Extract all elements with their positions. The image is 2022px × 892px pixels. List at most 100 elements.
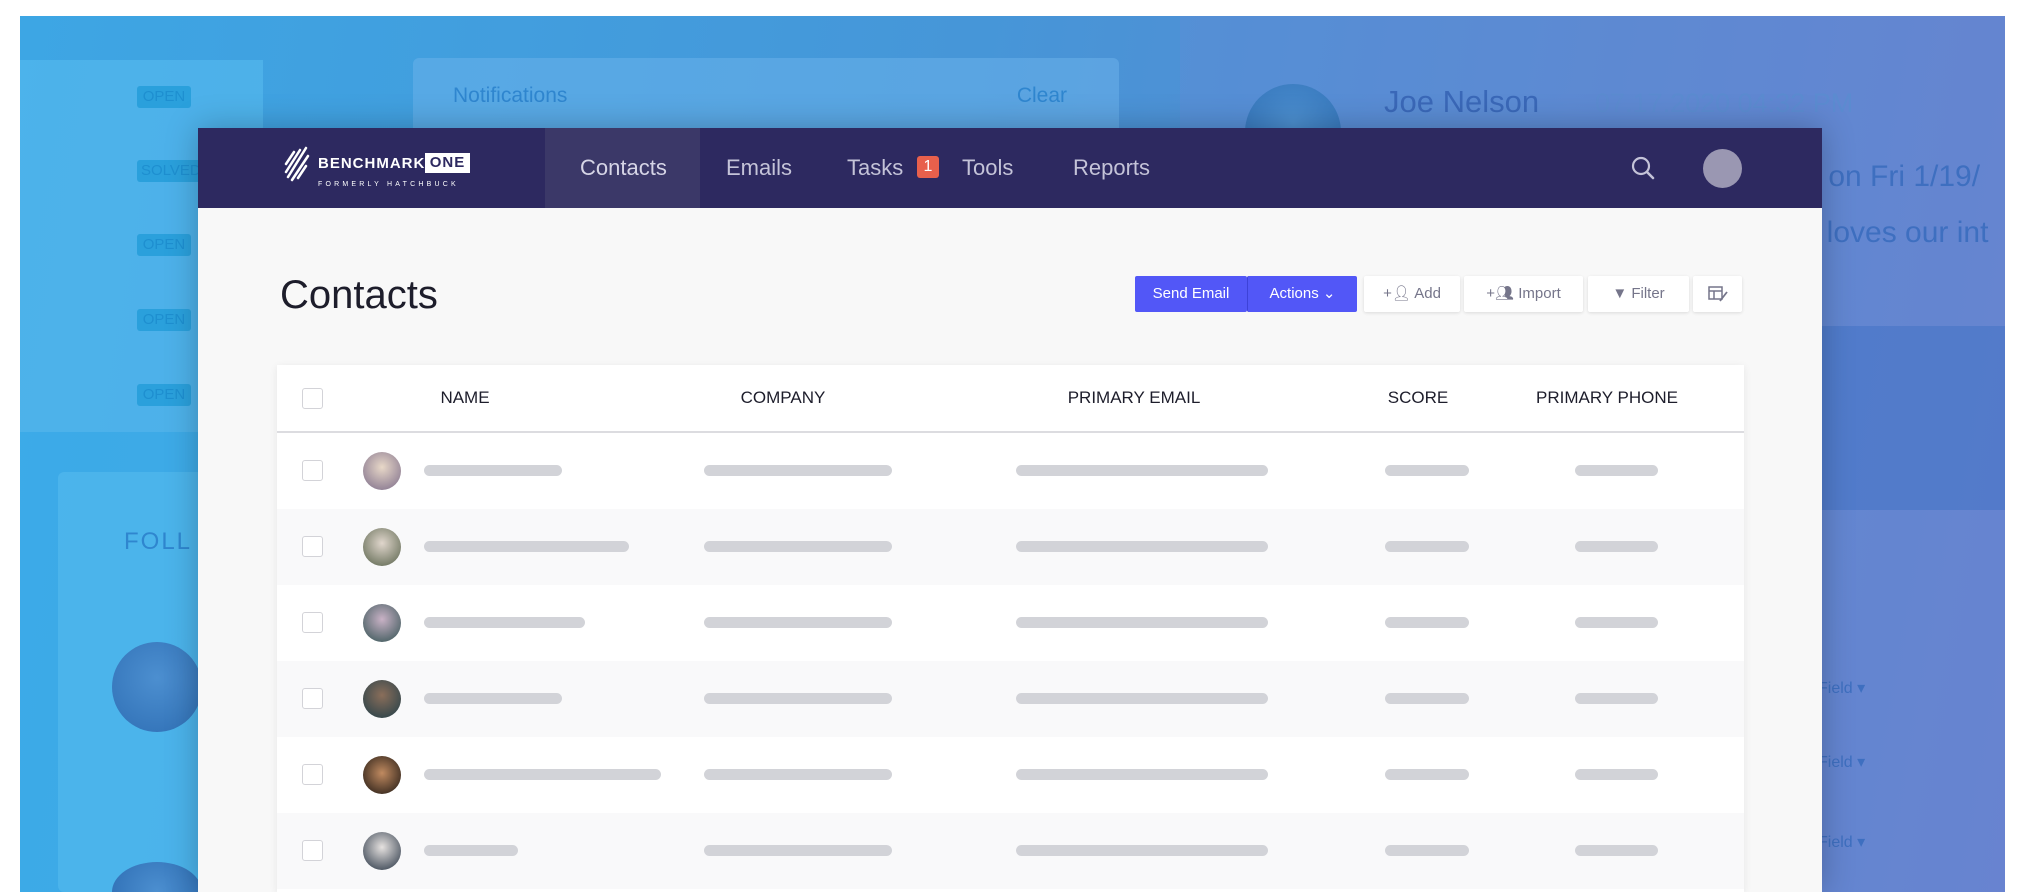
logo-brand: BENCHMARK [318,155,426,172]
filter-label: Filter [1631,285,1665,302]
column-header-email[interactable]: PRIMARY EMAIL [1068,365,1201,431]
select-all-checkbox[interactable] [302,388,323,409]
score-placeholder [1385,541,1469,552]
email-placeholder [1016,769,1268,780]
table-row[interactable] [277,509,1744,585]
column-header-score[interactable]: SCORE [1388,365,1448,431]
field-dropdown: Field ▾ [1818,754,1866,771]
name-placeholder [424,769,661,780]
table-row[interactable] [277,813,1744,889]
phone-placeholder [1575,465,1658,476]
company-placeholder [704,541,892,552]
message-text: t loves our int [1810,216,1989,249]
avatar [363,452,401,490]
avatar [363,604,401,642]
score-placeholder [1385,465,1469,476]
score-placeholder [1385,845,1469,856]
column-header-name[interactable]: NAME [440,365,489,431]
logo[interactable] [282,144,312,189]
score-placeholder [1385,617,1469,628]
logo-stripes-icon [284,146,310,182]
name-placeholder [424,465,562,476]
company-placeholder [704,465,892,476]
row-checkbox[interactable] [302,460,323,481]
field-label: Field [1818,754,1853,771]
row-checkbox[interactable] [302,612,323,633]
email-placeholder [1016,693,1268,704]
status-badge: OPEN [137,384,191,406]
score-placeholder [1385,769,1469,780]
column-header-phone[interactable]: PRIMARY PHONE [1536,365,1678,431]
add-label: Add [1414,285,1441,302]
nav-emails[interactable]: Emails [726,128,792,208]
user-avatar[interactable] [1703,149,1742,188]
message-timestamp: 07.17.2020 04:32 PM [1595,88,1854,118]
add-button[interactable]: +👤︎ Add [1364,276,1460,312]
email-placeholder [1016,845,1268,856]
top-nav: BENCHMARK ONE FORMERLY HATCHBUCK Contact… [198,128,1822,208]
email-placeholder [1016,617,1268,628]
nav-tools[interactable]: Tools [962,128,1013,208]
nav-reports[interactable]: Reports [1073,128,1150,208]
name-placeholder [424,541,629,552]
company-placeholder [704,693,892,704]
field-label: Field [1818,834,1853,851]
field-label: Field [1818,680,1853,697]
edit-columns-button[interactable] [1693,276,1742,312]
add-user-icon: +👤︎ [1383,285,1411,302]
logo-brand-box: ONE [425,153,470,173]
contacts-app-window: BENCHMARK ONE FORMERLY HATCHBUCK Contact… [198,128,1822,892]
field-dropdown: Field ▾ [1818,834,1866,851]
edit-columns-icon [1707,286,1728,302]
score-placeholder [1385,693,1469,704]
nav-contacts[interactable]: Contacts [580,128,667,208]
search-icon[interactable] [1630,155,1656,186]
company-placeholder [704,769,892,780]
phone-placeholder [1575,617,1658,628]
avatar [363,832,401,870]
row-checkbox[interactable] [302,536,323,557]
message-text: r on Fri 1/19/ [1810,160,1981,193]
row-checkbox[interactable] [302,764,323,785]
phone-placeholder [1575,693,1658,704]
filter-button[interactable]: ▼ Filter [1588,276,1689,312]
tasks-badge: 1 [917,156,939,178]
phone-placeholder [1575,541,1658,552]
send-email-button[interactable]: Send Email [1135,276,1247,312]
row-checkbox[interactable] [302,840,323,861]
nav-tasks[interactable]: Tasks [847,128,903,208]
follow-heading: FOLL [124,528,193,555]
notifications-title: Notifications [453,84,568,107]
import-users-icon: +👥︎ [1486,285,1515,302]
import-button[interactable]: +👥︎ Import [1464,276,1583,312]
page-title: Contacts [280,273,438,317]
table-row[interactable] [277,585,1744,661]
contacts-table: NAME COMPANY PRIMARY EMAIL SCORE PRIMARY… [277,365,1744,892]
row-checkbox[interactable] [302,688,323,709]
company-placeholder [704,617,892,628]
avatar [112,642,202,732]
email-placeholder [1016,465,1268,476]
clear-link: Clear [1016,84,1067,107]
status-badge: OPEN [137,234,191,256]
status-badge: OPEN [137,309,191,331]
name-placeholder [424,693,562,704]
name-placeholder [424,617,585,628]
import-label: Import [1518,285,1561,302]
field-dropdown: Field ▾ [1818,680,1866,697]
table-row[interactable] [277,661,1744,737]
message-author: Joe Nelson [1384,84,1540,119]
avatar [363,680,401,718]
table-row[interactable] [277,737,1744,813]
table-row[interactable] [277,433,1744,509]
phone-placeholder [1575,845,1658,856]
email-placeholder [1016,541,1268,552]
logo-tagline: FORMERLY HATCHBUCK [318,181,459,188]
status-badge: OPEN [137,86,191,108]
avatar [363,528,401,566]
phone-placeholder [1575,769,1658,780]
actions-button[interactable]: Actions ⌄ [1247,276,1357,312]
column-header-company[interactable]: COMPANY [741,365,826,431]
actions-label: Actions [1269,285,1319,302]
company-placeholder [704,845,892,856]
